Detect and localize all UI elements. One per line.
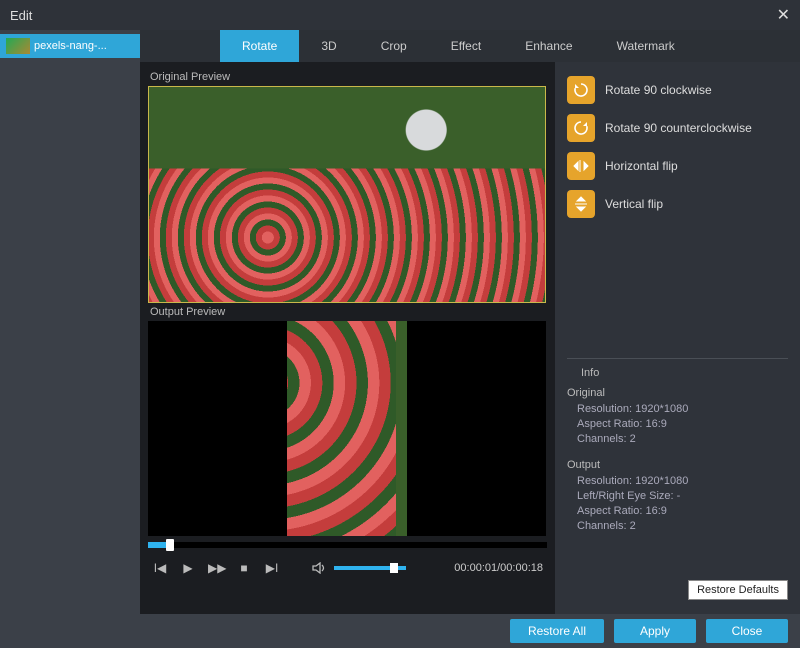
info-original-header: Original	[567, 387, 788, 399]
playback-controls: I◀ ▶ ▶▶ ■ ▶I 00:00:0	[148, 552, 547, 584]
restore-defaults-button[interactable]: Restore Defaults	[688, 580, 788, 600]
seek-bar[interactable]	[148, 542, 547, 548]
vflip-button[interactable]: Vertical flip	[567, 190, 788, 218]
volume-slider[interactable]	[334, 566, 406, 570]
file-item[interactable]: pexels-nang-...	[0, 34, 140, 58]
tab-effect[interactable]: Effect	[429, 30, 503, 62]
titlebar: Edit ✕	[0, 0, 800, 30]
vflip-label: Vertical flip	[605, 197, 663, 211]
footer: Restore All Apply Close	[140, 614, 800, 648]
info-output-eye: Left/Right Eye Size: -	[577, 490, 788, 502]
edit-window: Edit ✕ pexels-nang-... Rotate 3D Crop Ef…	[0, 0, 800, 648]
tab-enhance[interactable]: Enhance	[503, 30, 594, 62]
main: Rotate 3D Crop Effect Enhance Watermark …	[140, 30, 800, 648]
tabs: Rotate 3D Crop Effect Enhance Watermark	[140, 30, 800, 62]
volume-knob[interactable]	[390, 563, 398, 573]
rotate-cw-label: Rotate 90 clockwise	[605, 83, 712, 97]
window-title: Edit	[10, 8, 32, 23]
tab-rotate[interactable]: Rotate	[220, 30, 299, 62]
rotate-ccw-label: Rotate 90 counterclockwise	[605, 121, 752, 135]
original-preview[interactable]	[148, 86, 546, 303]
sidebar: pexels-nang-...	[0, 30, 140, 648]
volume-control	[312, 562, 406, 574]
original-preview-image	[149, 87, 545, 302]
output-preview-label: Output Preview	[148, 303, 547, 321]
file-thumb-icon	[6, 38, 30, 54]
time-display: 00:00:01/00:00:18	[454, 562, 543, 574]
apply-button[interactable]: Apply	[614, 619, 696, 643]
play-icon[interactable]: ▶	[180, 561, 196, 575]
info-output-resolution: Resolution: 1920*1080	[577, 475, 788, 487]
right-panel: Rotate 90 clockwise Rotate 90 counterclo…	[555, 62, 800, 614]
info-output-header: Output	[567, 459, 788, 471]
rotate-ccw-icon	[567, 114, 595, 142]
close-button[interactable]: Close	[706, 619, 788, 643]
rotate-cw-button[interactable]: Rotate 90 clockwise	[567, 76, 788, 104]
info-output-channels: Channels: 2	[577, 520, 788, 532]
hflip-icon	[567, 152, 595, 180]
tab-watermark[interactable]: Watermark	[595, 30, 697, 62]
info-output-aspect: Aspect Ratio: 16:9	[577, 505, 788, 517]
hflip-button[interactable]: Horizontal flip	[567, 152, 788, 180]
output-preview-image	[287, 321, 407, 536]
hflip-label: Horizontal flip	[605, 159, 678, 173]
info-original-aspect: Aspect Ratio: 16:9	[577, 418, 788, 430]
rotate-ccw-button[interactable]: Rotate 90 counterclockwise	[567, 114, 788, 142]
info-header: Info	[581, 367, 788, 379]
info-panel: Info Original Resolution: 1920*1080 Aspe…	[567, 358, 788, 535]
close-icon[interactable]: ✕	[777, 5, 790, 25]
file-label: pexels-nang-...	[34, 40, 107, 52]
body: pexels-nang-... Rotate 3D Crop Effect En…	[0, 30, 800, 648]
volume-icon[interactable]	[312, 562, 328, 574]
info-original-channels: Channels: 2	[577, 433, 788, 445]
seek-knob[interactable]	[166, 539, 174, 551]
tab-crop[interactable]: Crop	[359, 30, 429, 62]
content: Original Preview Output Preview	[140, 62, 800, 614]
info-original-resolution: Resolution: 1920*1080	[577, 403, 788, 415]
prev-frame-icon[interactable]: I◀	[152, 561, 168, 575]
stop-icon[interactable]: ■	[236, 561, 252, 575]
rotate-cw-icon	[567, 76, 595, 104]
preview-column: Original Preview Output Preview	[140, 62, 555, 614]
restore-all-button[interactable]: Restore All	[510, 619, 604, 643]
fast-forward-icon[interactable]: ▶▶	[208, 561, 224, 575]
vflip-icon	[567, 190, 595, 218]
output-preview[interactable]	[148, 321, 546, 536]
original-preview-label: Original Preview	[148, 68, 547, 86]
next-frame-icon[interactable]: ▶I	[264, 561, 280, 575]
tab-3d[interactable]: 3D	[299, 30, 358, 62]
